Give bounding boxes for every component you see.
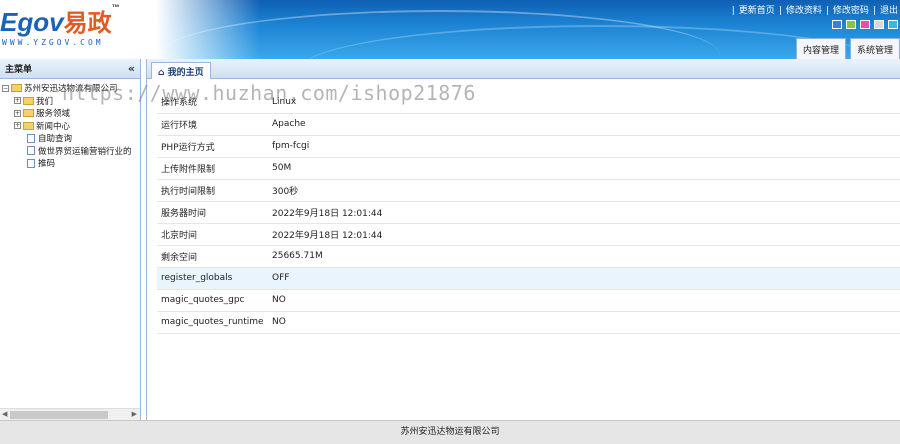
theme-swatch[interactable]: [888, 20, 898, 29]
expand-toggle-icon[interactable]: +: [14, 109, 21, 117]
row-value: OFF: [268, 267, 900, 290]
table-row: magic_quotes_runtime NO: [157, 311, 900, 334]
expand-toggle-icon[interactable]: +: [14, 122, 21, 130]
row-key: 执行时间限制: [157, 179, 268, 202]
tree-label: 新闻中心: [36, 121, 71, 132]
tree-item-news[interactable]: + 新闻中心: [2, 120, 140, 133]
table-row: 执行时间限制 300秒: [157, 179, 900, 202]
sidebar: 主菜单 « − 苏州安迅达物流有限公司 + 我们 + 服务领域 + 新闻中心 自…: [0, 59, 141, 420]
sidebar-header: 主菜单 «: [0, 59, 140, 79]
row-value: NO: [268, 311, 900, 334]
row-value: Apache: [268, 113, 900, 136]
table-row: PHP运行方式 fpm-fcgi: [157, 135, 900, 158]
scroll-thumb[interactable]: [10, 411, 108, 419]
tree-label: 我们: [36, 96, 54, 107]
row-value: fpm-fcgi: [268, 135, 900, 158]
top-links: | 更新首页 | 修改资料 | 修改密码 | 退出: [731, 6, 898, 16]
expand-toggle-icon[interactable]: +: [14, 97, 21, 105]
tree-item-code[interactable]: 推码: [2, 157, 140, 170]
table-row: 北京时间 2022年9月18日 12:01:44: [157, 223, 900, 246]
row-key: 运行环境: [157, 113, 268, 136]
row-key: 操作系统: [157, 91, 268, 114]
row-key: magic_quotes_runtime: [157, 311, 268, 334]
folder-icon: [23, 96, 34, 105]
table-row: 操作系统 Linux: [157, 91, 900, 114]
logo-url: WWW.YZGOV.COM: [2, 38, 104, 47]
table-row: 运行环境 Apache: [157, 113, 900, 136]
theme-swatch[interactable]: [860, 20, 870, 29]
link-update-home[interactable]: 更新首页: [739, 6, 775, 16]
header: Egov易政™ WWW.YZGOV.COM | 更新首页 | 修改资料 | 修改密码 | 退出…: [0, 0, 900, 59]
link-logout[interactable]: 退出: [880, 6, 898, 16]
logo-cn: 易政: [63, 10, 112, 37]
tree-label: 推码: [38, 159, 56, 170]
tab-my-home[interactable]: ⌂ 我的主页: [151, 62, 211, 79]
sidebar-title: 主菜单: [5, 65, 33, 75]
page-icon: [27, 133, 35, 143]
footer: 苏州安迅达物运有限公司: [0, 420, 900, 444]
tree-label: 做世界贸运输营销行业的: [38, 146, 132, 157]
row-value: NO: [268, 289, 900, 312]
row-value: 2022年9月18日 12:01:44: [268, 223, 900, 246]
folder-icon: [11, 84, 22, 93]
tree-item-services[interactable]: + 服务领域: [2, 107, 140, 120]
row-value: 2022年9月18日 12:01:44: [268, 201, 900, 224]
home-icon: ⌂: [158, 68, 165, 78]
menu-tree: − 苏州安迅达物流有限公司 + 我们 + 服务领域 + 新闻中心 自助查询 做世…: [0, 79, 140, 170]
theme-swatch[interactable]: [846, 20, 856, 29]
table-row: magic_quotes_gpc NO: [157, 289, 900, 312]
page-icon: [27, 158, 35, 168]
row-value: 25665.71M: [268, 245, 900, 268]
tab-my-home-label: 我的主页: [167, 68, 204, 78]
tree-label: 服务领域: [36, 109, 71, 120]
row-key: register_globals: [157, 267, 268, 290]
header-tabs: 内容管理 系统管理: [795, 38, 900, 59]
row-value: Linux: [268, 91, 900, 114]
tab-system-management[interactable]: 系统管理: [849, 38, 900, 59]
server-info-table: 操作系统 Linux 运行环境 Apache PHP运行方式 fpm-fcgi 上传附件限制…: [157, 91, 900, 334]
row-key: 剩余空间: [157, 245, 268, 268]
link-change-password[interactable]: 修改密码: [833, 6, 869, 16]
table-row: register_globals OFF: [157, 267, 900, 290]
table-row: 服务器时间 2022年9月18日 12:01:44: [157, 201, 900, 224]
collapse-icon[interactable]: «: [128, 62, 135, 75]
scroll-right-icon[interactable]: ▶: [132, 410, 137, 418]
row-value: 50M: [268, 157, 900, 180]
main-panel: ⌂ 我的主页 操作系统 Linux 运行环境 Apache PHP运行方式 fpm-fcg…: [146, 59, 900, 420]
tree-label: 苏州安迅达物流有限公司: [24, 84, 118, 95]
tab-content-management[interactable]: 内容管理: [795, 38, 846, 59]
row-key: 服务器时间: [157, 201, 268, 224]
row-value: 300秒: [268, 179, 900, 202]
scroll-left-icon[interactable]: ◀: [2, 410, 7, 418]
logo-text: Egov: [0, 7, 64, 37]
logo: Egov易政™: [0, 3, 120, 38]
logo-tm: ™: [111, 3, 120, 12]
folder-icon: [23, 121, 34, 130]
horizontal-scrollbar[interactable]: ◀ ▶: [0, 408, 140, 420]
folder-icon: [23, 109, 34, 118]
theme-swatch[interactable]: [874, 20, 884, 29]
theme-swatch[interactable]: [832, 20, 842, 29]
tree-root[interactable]: − 苏州安迅达物流有限公司: [2, 82, 140, 95]
link-edit-profile[interactable]: 修改资料: [786, 6, 822, 16]
page-icon: [27, 146, 35, 156]
tree-item-trade[interactable]: 做世界贸运输营销行业的: [2, 145, 140, 158]
row-key: 北京时间: [157, 223, 268, 246]
theme-swatches: [832, 20, 898, 29]
row-key: magic_quotes_gpc: [157, 289, 268, 312]
tree-label: 自助查询: [38, 134, 73, 145]
table-row: 上传附件限制 50M: [157, 157, 900, 180]
table-row: 剩余空间 25665.71M: [157, 245, 900, 268]
row-key: 上传附件限制: [157, 157, 268, 180]
tree-item-query[interactable]: 自助查询: [2, 132, 140, 145]
collapse-toggle-icon[interactable]: −: [2, 84, 9, 92]
row-key: PHP运行方式: [157, 135, 268, 158]
main-tabbar: ⌂ 我的主页: [147, 59, 900, 79]
tree-item-about[interactable]: + 我们: [2, 95, 140, 108]
